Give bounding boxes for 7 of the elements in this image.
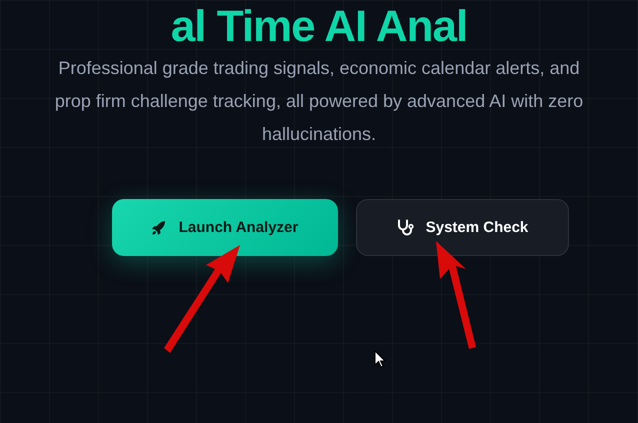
mouse-pointer-icon (374, 350, 386, 368)
hero-heading: al Time AI Anal (170, 2, 468, 52)
check-button[interactable]: System Check (356, 199, 568, 256)
stethoscope-icon (396, 218, 414, 236)
hero-description: Professional grade trading signals, economic calendar alerts, and prop firm challenge tracking, all powered by advanced AI with zero hallucinations. (54, 57, 584, 146)
rocket-icon (150, 220, 167, 236)
launch-button[interactable]: Launch Analyzer (112, 199, 338, 256)
